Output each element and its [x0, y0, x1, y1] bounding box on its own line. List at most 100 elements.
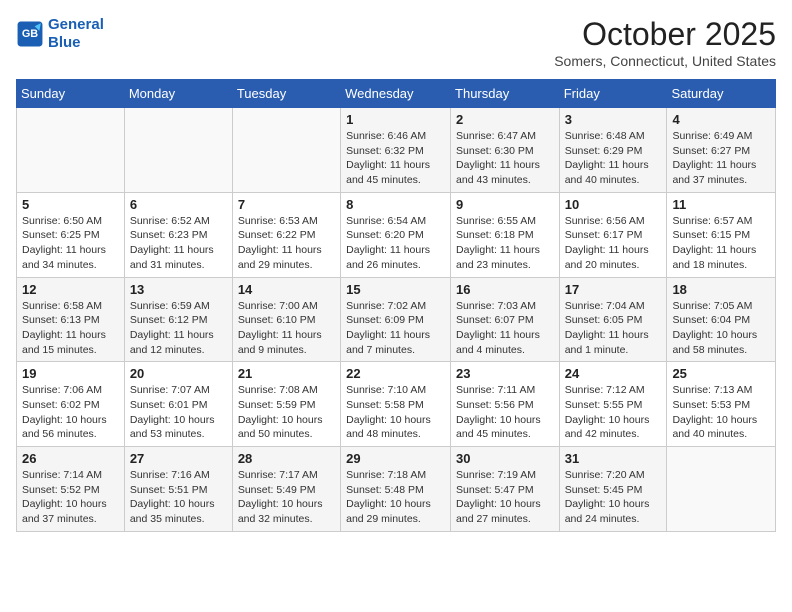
day-number: 24	[565, 366, 662, 381]
calendar-cell: 8Sunrise: 6:54 AM Sunset: 6:20 PM Daylig…	[341, 192, 451, 277]
calendar-cell: 4 Sunrise: 6:49 AM Sunset: 6:27 PM Daylig…	[667, 108, 776, 193]
day-number: 5	[22, 197, 119, 212]
calendar-cell: 13 Sunrise: 6:59 AM Sunset: 6:12 PM Dayli…	[124, 277, 232, 362]
day-number: 4	[672, 112, 770, 127]
cell-content: Sunrise: 7:14 AM Sunset: 5:52 PM Dayligh…	[22, 468, 119, 527]
calendar-cell: 25 Sunrise: 7:13 AM Sunset: 5:53 PM Dayli…	[667, 362, 776, 447]
calendar-cell: 10Sunrise: 6:56 AM Sunset: 6:17 PM Dayli…	[559, 192, 667, 277]
cell-content: Sunrise: 7:08 AM Sunset: 5:59 PM Dayligh…	[238, 383, 335, 442]
day-number: 26	[22, 451, 119, 466]
cell-content: Sunrise: 7:18 AM Sunset: 5:48 PM Dayligh…	[346, 468, 445, 527]
logo-blue: Blue	[48, 34, 81, 51]
day-number: 20	[130, 366, 227, 381]
calendar-cell	[667, 447, 776, 532]
week-row-5: 26 Sunrise: 7:14 AM Sunset: 5:52 PM Dayli…	[17, 447, 776, 532]
weekday-header-sunday: Sunday	[17, 80, 125, 108]
day-number: 7	[238, 197, 335, 212]
cell-content: Sunrise: 7:20 AM Sunset: 5:45 PM Dayligh…	[565, 468, 662, 527]
logo-general: General	[48, 16, 104, 33]
calendar-cell: 2Sunrise: 6:47 AM Sunset: 6:30 PM Daylig…	[451, 108, 560, 193]
day-number: 9	[456, 197, 554, 212]
calendar-cell: 15 Sunrise: 7:02 AM Sunset: 6:09 PM Dayli…	[341, 277, 451, 362]
day-number: 22	[346, 366, 445, 381]
calendar-cell: 30Sunrise: 7:19 AM Sunset: 5:47 PM Dayli…	[451, 447, 560, 532]
day-number: 3	[565, 112, 662, 127]
calendar-cell	[124, 108, 232, 193]
day-number: 16	[456, 282, 554, 297]
cell-content: Sunrise: 7:17 AM Sunset: 5:49 PM Dayligh…	[238, 468, 335, 527]
calendar-cell: 14 Sunrise: 7:00 AM Sunset: 6:10 PM Dayli…	[232, 277, 340, 362]
day-number: 13	[130, 282, 227, 297]
day-number: 25	[672, 366, 770, 381]
cell-content: Sunrise: 6:53 AM Sunset: 6:22 PM Dayligh…	[238, 214, 335, 273]
calendar-cell: 31 Sunrise: 7:20 AM Sunset: 5:45 PM Dayli…	[559, 447, 667, 532]
calendar-cell: 16 Sunrise: 7:03 AM Sunset: 6:07 PM Dayli…	[451, 277, 560, 362]
cell-content: Sunrise: 6:54 AM Sunset: 6:20 PM Dayligh…	[346, 214, 445, 273]
calendar-cell: 20 Sunrise: 7:07 AM Sunset: 6:01 PM Dayli…	[124, 362, 232, 447]
weekday-header-wednesday: Wednesday	[341, 80, 451, 108]
cell-content: Sunrise: 6:55 AM Sunset: 6:18 PM Dayligh…	[456, 214, 554, 273]
calendar-cell: 26 Sunrise: 7:14 AM Sunset: 5:52 PM Dayli…	[17, 447, 125, 532]
cell-content: Sunrise: 7:00 AM Sunset: 6:10 PM Dayligh…	[238, 299, 335, 358]
calendar-cell: 22 Sunrise: 7:10 AM Sunset: 5:58 PM Dayli…	[341, 362, 451, 447]
calendar-cell: 21 Sunrise: 7:08 AM Sunset: 5:59 PM Dayli…	[232, 362, 340, 447]
weekday-header-saturday: Saturday	[667, 80, 776, 108]
cell-content: Sunrise: 6:49 AM Sunset: 6:27 PM Dayligh…	[672, 129, 770, 188]
cell-content: Sunrise: 7:07 AM Sunset: 6:01 PM Dayligh…	[130, 383, 227, 442]
calendar-cell: 1 Sunrise: 6:46 AM Sunset: 6:32 PM Daylig…	[341, 108, 451, 193]
cell-content: Sunrise: 6:48 AM Sunset: 6:29 PM Dayligh…	[565, 129, 662, 188]
calendar-cell: 23Sunrise: 7:11 AM Sunset: 5:56 PM Dayli…	[451, 362, 560, 447]
calendar-cell: 28 Sunrise: 7:17 AM Sunset: 5:49 PM Dayli…	[232, 447, 340, 532]
cell-content: Sunrise: 7:06 AM Sunset: 6:02 PM Dayligh…	[22, 383, 119, 442]
calendar-cell	[17, 108, 125, 193]
day-number: 11	[672, 197, 770, 212]
calendar-cell: 24 Sunrise: 7:12 AM Sunset: 5:55 PM Dayli…	[559, 362, 667, 447]
page-header: GB General Blue October 2025 Somers, Con…	[16, 16, 776, 69]
weekday-header-thursday: Thursday	[451, 80, 560, 108]
calendar-cell: 17Sunrise: 7:04 AM Sunset: 6:05 PM Dayli…	[559, 277, 667, 362]
calendar-cell: 18Sunrise: 7:05 AM Sunset: 6:04 PM Dayli…	[667, 277, 776, 362]
cell-content: Sunrise: 7:05 AM Sunset: 6:04 PM Dayligh…	[672, 299, 770, 358]
cell-content: Sunrise: 6:52 AM Sunset: 6:23 PM Dayligh…	[130, 214, 227, 273]
day-number: 12	[22, 282, 119, 297]
cell-content: Sunrise: 7:10 AM Sunset: 5:58 PM Dayligh…	[346, 383, 445, 442]
calendar-cell	[232, 108, 340, 193]
logo-text: General Blue	[48, 16, 104, 52]
day-number: 28	[238, 451, 335, 466]
calendar-cell: 3 Sunrise: 6:48 AM Sunset: 6:29 PM Daylig…	[559, 108, 667, 193]
cell-content: Sunrise: 7:13 AM Sunset: 5:53 PM Dayligh…	[672, 383, 770, 442]
week-row-2: 5 Sunrise: 6:50 AM Sunset: 6:25 PM Daylig…	[17, 192, 776, 277]
weekday-header-friday: Friday	[559, 80, 667, 108]
calendar-cell: 9 Sunrise: 6:55 AM Sunset: 6:18 PM Daylig…	[451, 192, 560, 277]
calendar-cell: 7 Sunrise: 6:53 AM Sunset: 6:22 PM Daylig…	[232, 192, 340, 277]
cell-content: Sunrise: 6:47 AM Sunset: 6:30 PM Dayligh…	[456, 129, 554, 188]
calendar-cell: 6Sunrise: 6:52 AM Sunset: 6:23 PM Daylig…	[124, 192, 232, 277]
cell-content: Sunrise: 7:03 AM Sunset: 6:07 PM Dayligh…	[456, 299, 554, 358]
cell-content: Sunrise: 7:12 AM Sunset: 5:55 PM Dayligh…	[565, 383, 662, 442]
week-row-1: 1 Sunrise: 6:46 AM Sunset: 6:32 PM Daylig…	[17, 108, 776, 193]
cell-content: Sunrise: 6:59 AM Sunset: 6:12 PM Dayligh…	[130, 299, 227, 358]
day-number: 19	[22, 366, 119, 381]
cell-content: Sunrise: 6:46 AM Sunset: 6:32 PM Dayligh…	[346, 129, 445, 188]
location: Somers, Connecticut, United States	[554, 53, 776, 69]
cell-content: Sunrise: 6:56 AM Sunset: 6:17 PM Dayligh…	[565, 214, 662, 273]
day-number: 29	[346, 451, 445, 466]
calendar-cell: 12Sunrise: 6:58 AM Sunset: 6:13 PM Dayli…	[17, 277, 125, 362]
calendar-cell: 27 Sunrise: 7:16 AM Sunset: 5:51 PM Dayli…	[124, 447, 232, 532]
weekday-header-row: SundayMondayTuesdayWednesdayThursdayFrid…	[17, 80, 776, 108]
calendar-cell: 19 Sunrise: 7:06 AM Sunset: 6:02 PM Dayli…	[17, 362, 125, 447]
calendar-cell: 11 Sunrise: 6:57 AM Sunset: 6:15 PM Dayli…	[667, 192, 776, 277]
day-number: 23	[456, 366, 554, 381]
day-number: 27	[130, 451, 227, 466]
logo: GB General Blue	[16, 16, 104, 52]
day-number: 1	[346, 112, 445, 127]
day-number: 21	[238, 366, 335, 381]
cell-content: Sunrise: 6:57 AM Sunset: 6:15 PM Dayligh…	[672, 214, 770, 273]
day-number: 15	[346, 282, 445, 297]
day-number: 31	[565, 451, 662, 466]
cell-content: Sunrise: 7:16 AM Sunset: 5:51 PM Dayligh…	[130, 468, 227, 527]
cell-content: Sunrise: 7:02 AM Sunset: 6:09 PM Dayligh…	[346, 299, 445, 358]
day-number: 30	[456, 451, 554, 466]
cell-content: Sunrise: 6:50 AM Sunset: 6:25 PM Dayligh…	[22, 214, 119, 273]
day-number: 14	[238, 282, 335, 297]
